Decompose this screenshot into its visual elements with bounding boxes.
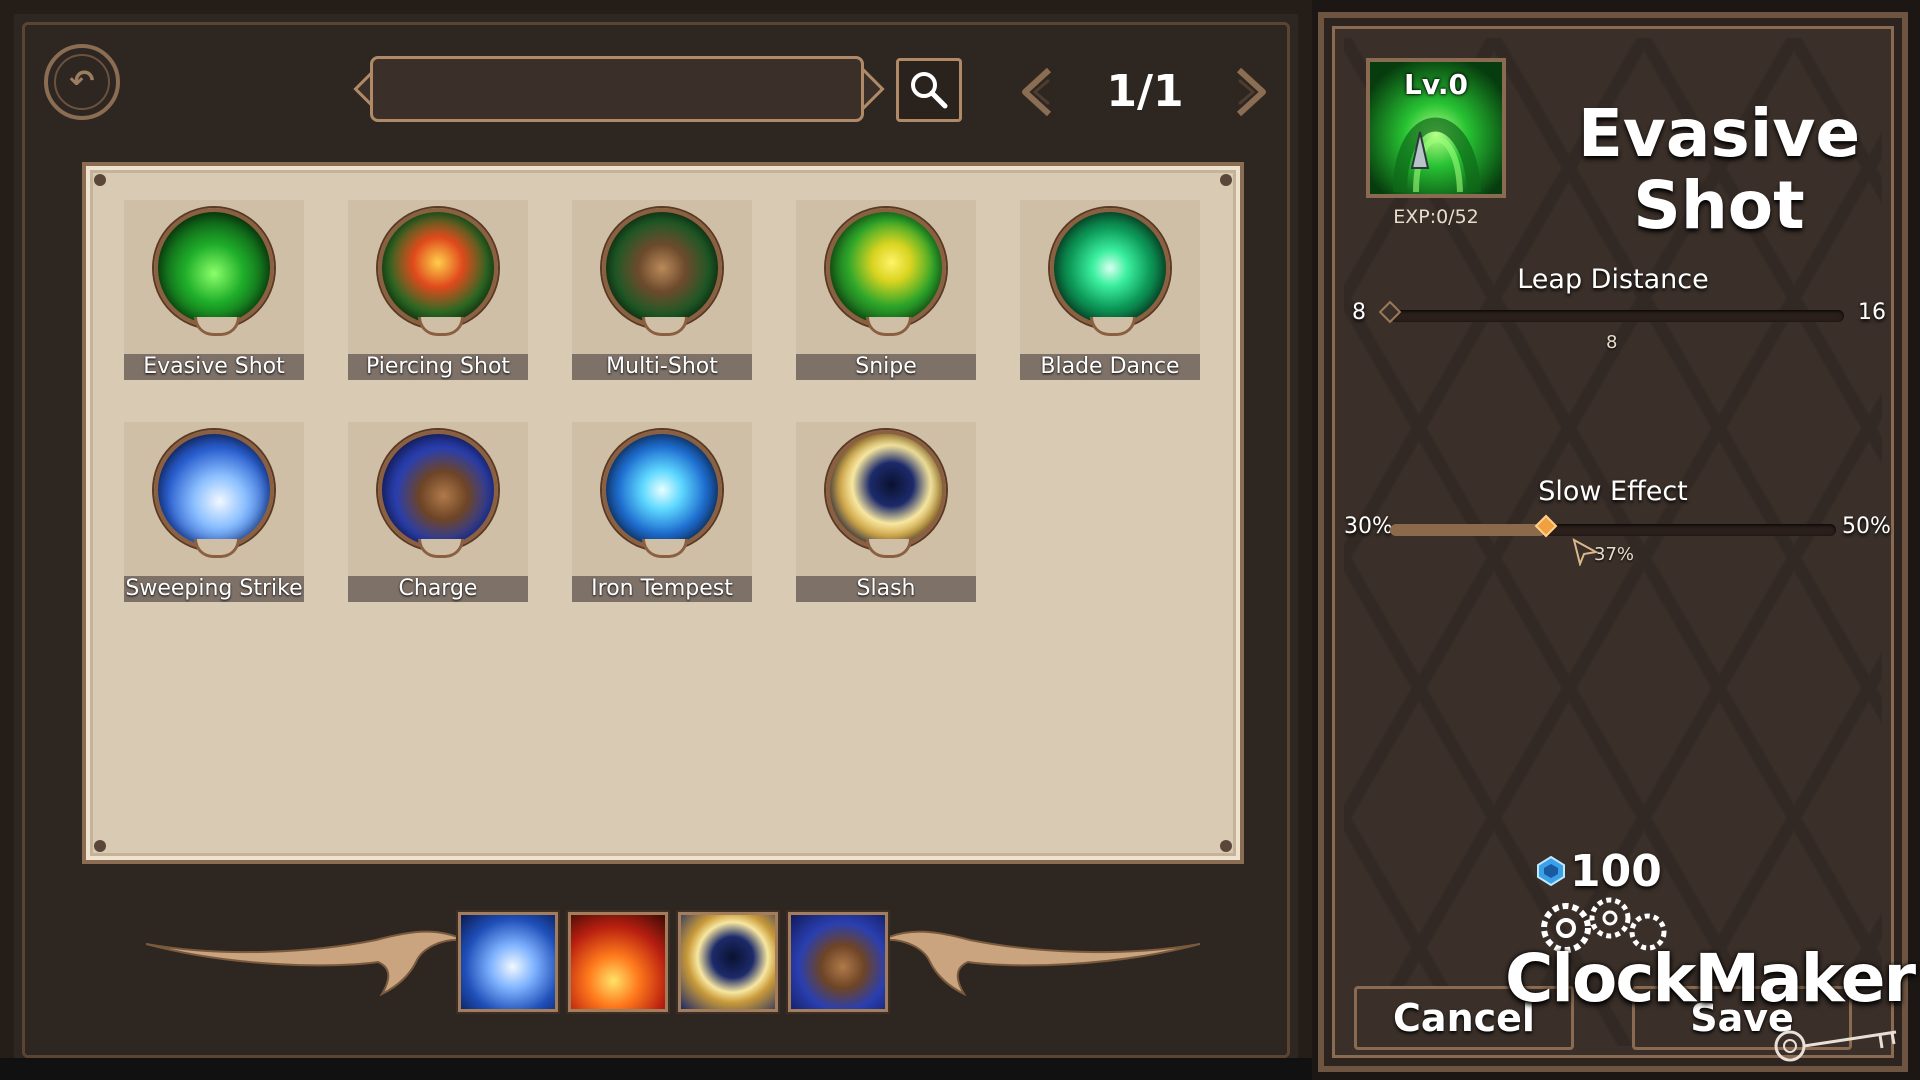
snipe-icon	[826, 208, 946, 336]
slow-effect-max: 50%	[1842, 514, 1891, 539]
leap-distance-label: Leap Distance	[1517, 264, 1709, 295]
watermark-logo: ClockMaker	[1505, 940, 1916, 1017]
skill-card-evasive-shot[interactable]: Evasive Shot	[124, 200, 304, 380]
skill-label: Slash	[796, 576, 976, 602]
skill-card-piercing-shot[interactable]: Piercing Shot	[348, 200, 528, 380]
chevron-left-icon	[1022, 67, 1052, 117]
leap-distance-value: 8	[1606, 332, 1618, 353]
skill-card-iron-tempest[interactable]: Iron Tempest	[572, 422, 752, 602]
evasive-shot-icon	[154, 208, 274, 336]
skill-title: Evasive Shot	[1577, 95, 1861, 244]
equipped-slot-3[interactable]	[678, 912, 778, 1012]
blade-dance-icon	[1050, 208, 1170, 336]
chevron-right-icon	[1236, 67, 1266, 117]
equipped-slot-1[interactable]	[458, 912, 558, 1012]
rivet	[1220, 174, 1232, 186]
piercing-shot-icon	[378, 208, 498, 336]
rivet	[94, 174, 106, 186]
search-bar	[352, 56, 885, 122]
rivet	[1220, 840, 1232, 852]
left-wing-ornament	[146, 930, 465, 997]
skill-exp: EXP:0/52	[1393, 206, 1479, 228]
key-icon	[1774, 1030, 1897, 1062]
slash-icon	[826, 430, 946, 558]
skill-label: Evasive Shot	[124, 354, 304, 380]
back-arrow-icon: ↶	[69, 64, 95, 99]
search-input[interactable]	[370, 56, 864, 122]
page-indicator: 1/1	[1106, 66, 1184, 117]
rivet	[94, 840, 106, 852]
skill-card-sweeping-strike[interactable]: Sweeping Strike	[124, 422, 304, 602]
skill-card-snipe[interactable]: Snipe	[796, 200, 976, 380]
next-page-button[interactable]	[1226, 62, 1276, 122]
sweeping-strike-icon	[154, 430, 274, 558]
skill-label: Blade Dance	[1020, 354, 1200, 380]
skill-grid: Evasive Shot Piercing Shot Multi-Shot Sn…	[86, 166, 1240, 860]
skill-detail-panel: Lv.0 EXP:0/52 Evasive Shot Leap Distance…	[1318, 12, 1908, 1072]
skill-label: Sweeping Strike	[124, 576, 304, 602]
skill-level: Lv.0	[1404, 68, 1468, 101]
skill-label: Charge	[348, 576, 528, 602]
search-button[interactable]	[896, 58, 962, 122]
skill-card-multi-shot[interactable]: Multi-Shot	[572, 200, 752, 380]
equipped-slot-4[interactable]	[788, 912, 888, 1012]
skill-card-blade-dance[interactable]: Blade Dance	[1020, 200, 1200, 380]
slow-effect-fill	[1390, 524, 1547, 536]
iron-tempest-icon	[602, 430, 722, 558]
leap-distance-slider[interactable]	[1378, 300, 1844, 324]
skill-label: Snipe	[796, 354, 976, 380]
slow-effect-value: 37%	[1594, 544, 1635, 565]
multi-shot-icon	[602, 208, 722, 336]
leap-distance-max: 16	[1858, 300, 1886, 325]
back-button[interactable]: ↶	[44, 44, 120, 120]
skill-portrait: Lv.0	[1366, 58, 1506, 198]
prev-page-button[interactable]	[1012, 62, 1062, 122]
skill-label: Piercing Shot	[348, 354, 528, 380]
slow-effect-slider[interactable]	[1390, 514, 1836, 538]
skill-list-panel: ↶ 1/1 Evasive Shot Piercing Shot Multi-S…	[0, 0, 1312, 1080]
slow-effect-min: 30%	[1344, 514, 1393, 539]
right-wing-ornament	[881, 930, 1200, 997]
gem-icon	[1537, 856, 1565, 886]
skill-label: Multi-Shot	[572, 354, 752, 380]
leap-distance-min: 8	[1352, 300, 1366, 325]
magnifier-icon	[911, 72, 948, 109]
charge-icon	[378, 430, 498, 558]
slow-effect-label: Slow Effect	[1538, 476, 1688, 507]
skill-card-charge[interactable]: Charge	[348, 422, 528, 602]
skill-label: Iron Tempest	[572, 576, 752, 602]
equipped-slot-2[interactable]	[568, 912, 668, 1012]
skill-card-slash[interactable]: Slash	[796, 422, 976, 602]
